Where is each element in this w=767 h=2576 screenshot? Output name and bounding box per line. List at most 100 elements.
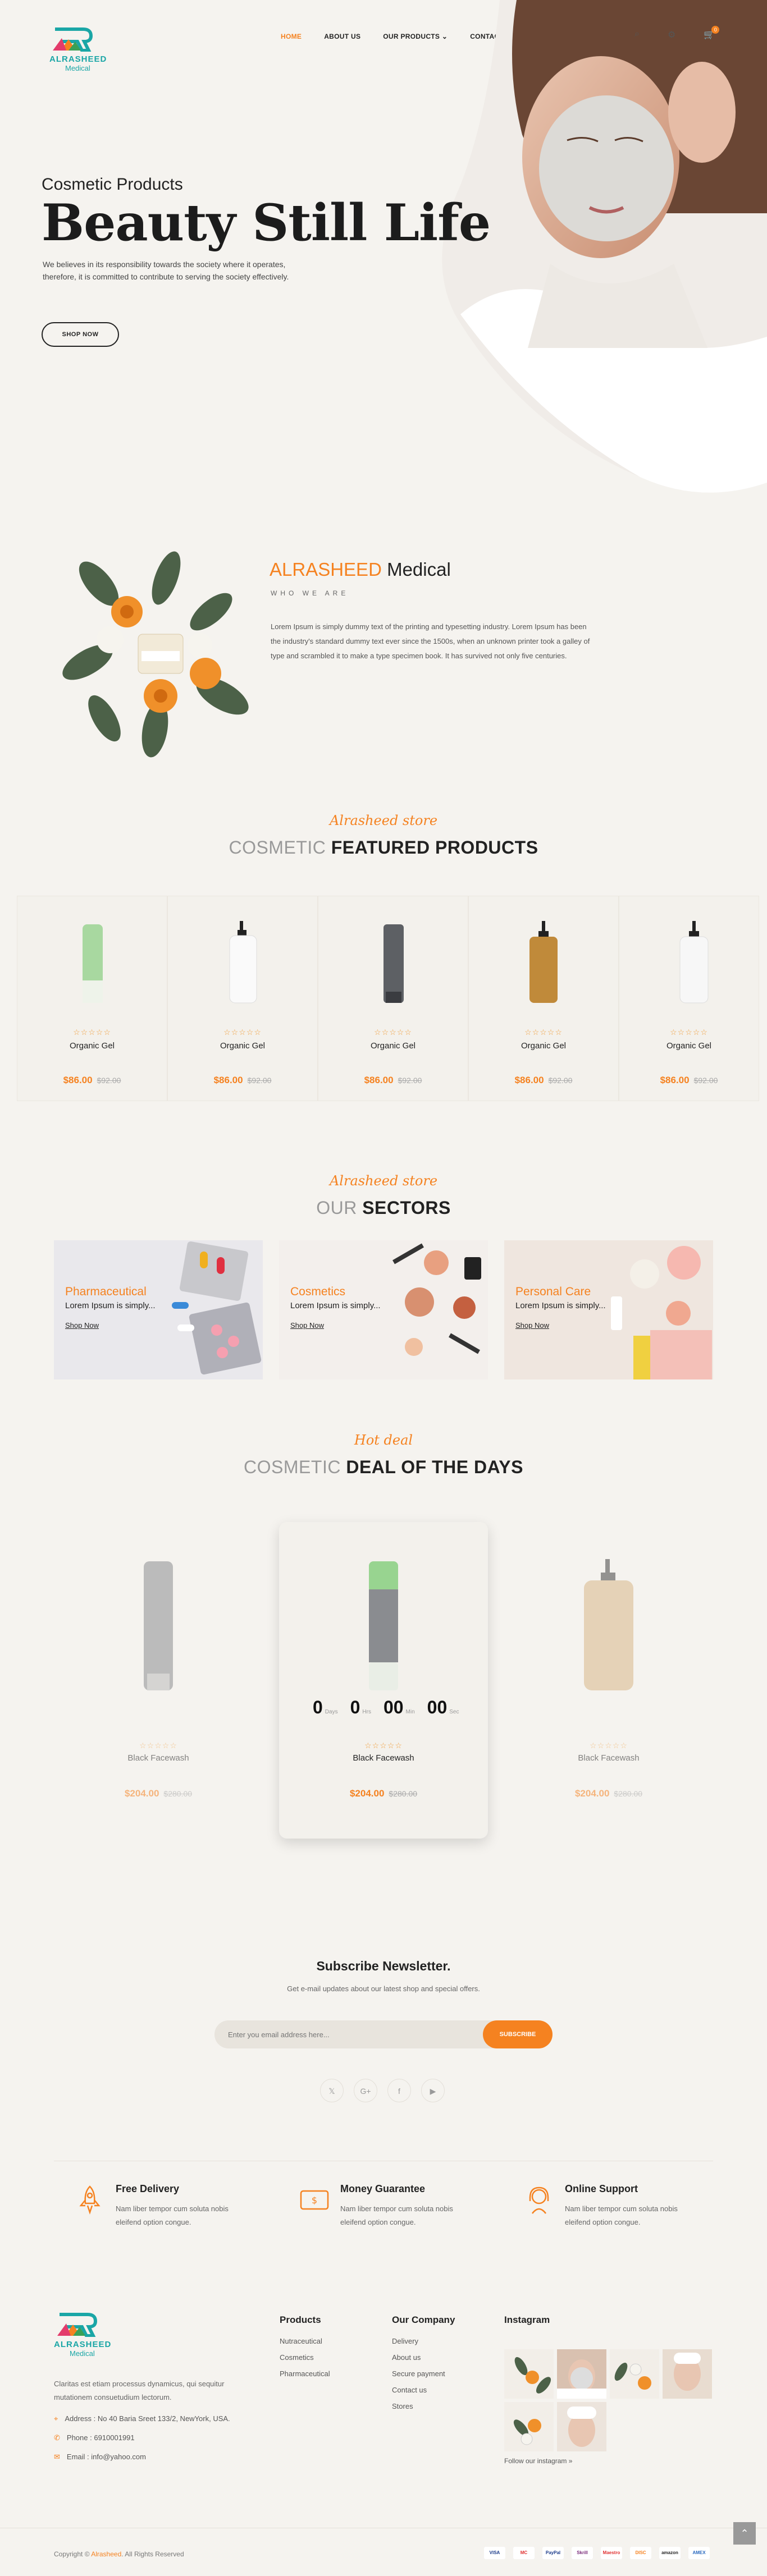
product-card[interactable]: ☆☆☆☆☆ Organic Gel $86.00 $92.00: [468, 896, 619, 1101]
shop-now-link[interactable]: Shop Now: [515, 1321, 549, 1330]
deal-name[interactable]: Black Facewash: [504, 1753, 713, 1763]
footer-email: ✉ Email : info@yahoo.com: [54, 2453, 146, 2462]
price-old: $92.00: [398, 1076, 422, 1085]
shop-now-link[interactable]: Shop Now: [290, 1321, 324, 1330]
footer-link[interactable]: Delivery: [392, 2337, 455, 2345]
feature-title: Money Guarantee: [340, 2183, 426, 2194]
about-brand-b: Medical: [381, 559, 451, 580]
footer-link[interactable]: Contact us: [392, 2386, 455, 2394]
twitter-icon[interactable]: 𝕏: [320, 2079, 344, 2102]
nav-products-label: OUR PRODUCTS: [383, 33, 440, 40]
social-links: 𝕏 G+ f ▶: [320, 2079, 445, 2102]
sector-card-cosmetics[interactable]: Cosmetics Lorem Ipsum is simply... Shop …: [279, 1240, 488, 1379]
product-name[interactable]: Organic Gel: [469, 1041, 618, 1051]
price-old: $92.00: [247, 1076, 272, 1085]
instagram-follow-link[interactable]: Follow our instagram »: [504, 2457, 572, 2465]
product-price: $86.00 $92.00: [168, 1075, 317, 1086]
instagram-photo[interactable]: [557, 2402, 606, 2451]
footer-about: Claritas est etiam processus dynamicus, …: [54, 2380, 225, 2401]
brand-sub: Medical: [65, 64, 90, 72]
logo[interactable]: ALRASHEED Medical: [49, 25, 106, 72]
footer-link[interactable]: Secure payment: [392, 2369, 455, 2378]
countdown-hours-unit: Hrs: [362, 1709, 371, 1715]
paypal-icon: PayPal: [542, 2547, 564, 2559]
rating-stars: ☆☆☆☆☆: [223, 1028, 262, 1037]
rating-stars: ☆☆☆☆☆: [590, 1741, 628, 1750]
product-card[interactable]: ☆☆☆☆☆ Organic Gel $86.00 $92.00: [17, 896, 167, 1101]
product-price: $86.00 $92.00: [469, 1075, 618, 1086]
countdown: 0 Days 0 Hrs 00 Min 00 Sec: [313, 1697, 459, 1718]
logo-mark: [57, 2313, 98, 2337]
instagram-photo[interactable]: [504, 2349, 554, 2399]
instagram-photo[interactable]: [610, 2349, 659, 2399]
deal-card[interactable]: ☆☆☆☆☆ Black Facewash $204.00 $280.00: [504, 1522, 713, 1839]
shop-now-button[interactable]: SHOP NOW: [42, 322, 119, 347]
product-name[interactable]: Organic Gel: [318, 1041, 468, 1051]
copyright-brand-link[interactable]: Alrasheed: [91, 2550, 121, 2558]
phone-text: Phone : 6910001991: [66, 2433, 135, 2442]
scroll-to-top-button[interactable]: ⌃: [733, 2522, 756, 2545]
footer-address: ⌖ Address : No 40 Baria Sreet 133/2, NewY…: [54, 2414, 230, 2423]
instagram-photo[interactable]: [557, 2349, 606, 2399]
price-new: $86.00: [660, 1075, 690, 1085]
svg-text:$: $: [312, 2195, 317, 2206]
rating-stars: ☆☆☆☆☆: [364, 1741, 403, 1750]
countdown-minutes-value: 00: [383, 1697, 404, 1717]
about-brand-a: ALRASHEED: [270, 559, 382, 580]
deals-title-light: COSMETIC: [244, 1457, 341, 1477]
google-plus-icon[interactable]: G+: [354, 2079, 377, 2102]
copyright-c: . All Rights Reserved: [121, 2550, 184, 2558]
rating-stars: ☆☆☆☆☆: [139, 1741, 177, 1750]
product-card[interactable]: ☆☆☆☆☆ Organic Gel $86.00 $92.00: [318, 896, 468, 1101]
nav-about[interactable]: ABOUT US: [324, 33, 360, 40]
price-old: $280.00: [614, 1789, 643, 1798]
shop-now-link[interactable]: Shop Now: [65, 1321, 99, 1330]
nav-home[interactable]: HOME: [281, 33, 302, 40]
email-text: Email : info@yahoo.com: [66, 2453, 146, 2461]
visa-icon: VISA: [484, 2547, 505, 2559]
deal-name[interactable]: Black Facewash: [54, 1753, 263, 1763]
youtube-icon[interactable]: ▶: [421, 2079, 445, 2102]
product-name[interactable]: Organic Gel: [168, 1041, 317, 1051]
sector-image: [392, 1243, 481, 1356]
brand-sub: Medical: [70, 2349, 95, 2358]
email-field[interactable]: [228, 2020, 453, 2048]
hero-subtitle: Cosmetic Products: [42, 175, 183, 194]
product-card[interactable]: ☆☆☆☆☆ Organic Gel $86.00 $92.00: [619, 896, 759, 1101]
maestro-icon: Maestro: [601, 2547, 622, 2559]
product-name[interactable]: Organic Gel: [619, 1041, 759, 1051]
featured-title: COSMETIC FEATURED PRODUCTS: [0, 837, 767, 858]
hero-title: Beauty Still Life: [42, 193, 491, 253]
footer-link[interactable]: Cosmetics: [280, 2353, 330, 2362]
deal-price: $204.00 $280.00: [504, 1788, 713, 1799]
discover-icon: DISC: [630, 2547, 651, 2559]
deal-card[interactable]: ☆☆☆☆☆ Black Facewash $204.00 $280.00: [54, 1522, 263, 1839]
countdown-seconds-unit: Sec: [449, 1709, 459, 1715]
deal-card-active[interactable]: 0 Days 0 Hrs 00 Min 00 Sec ☆☆☆☆☆ Black Facew…: [279, 1522, 488, 1839]
footer-link[interactable]: Nutraceutical: [280, 2337, 330, 2345]
cart-icon[interactable]: 🛒 0: [704, 26, 720, 40]
footer-link[interactable]: About us: [392, 2353, 455, 2362]
countdown-hours: 0 Hrs: [350, 1697, 371, 1718]
gear-icon[interactable]: ⚙: [668, 29, 675, 40]
facebook-icon[interactable]: f: [387, 2079, 411, 2102]
product-name[interactable]: Organic Gel: [17, 1041, 167, 1051]
subscribe-button[interactable]: SUBSCRIBE: [483, 2020, 553, 2048]
instagram-photo[interactable]: [663, 2349, 712, 2399]
price-new: $204.00: [574, 1788, 610, 1799]
footer-logo[interactable]: ALRASHEED Medical: [54, 2310, 111, 2358]
product-card[interactable]: ☆☆☆☆☆ Organic Gel $86.00 $92.00: [167, 896, 318, 1101]
sector-card-personal-care[interactable]: Personal Care Lorem Ipsum is simply... S…: [504, 1240, 713, 1379]
about-who: WHO WE ARE: [271, 589, 349, 597]
price-old: $92.00: [548, 1076, 573, 1085]
sectors-script: Alrasheed store: [329, 1173, 438, 1189]
footer-link[interactable]: Stores: [392, 2402, 455, 2410]
footer-link[interactable]: Pharmaceutical: [280, 2369, 330, 2378]
instagram-photo[interactable]: [504, 2402, 554, 2451]
sector-card-pharmaceutical[interactable]: Pharmaceutical Lorem Ipsum is simply... …: [54, 1240, 263, 1379]
search-icon[interactable]: ⌕: [634, 29, 640, 40]
price-new: $86.00: [514, 1075, 544, 1085]
deal-name[interactable]: Black Facewash: [279, 1753, 488, 1763]
chevron-up-icon: ⌃: [740, 2528, 749, 2539]
mastercard-icon: MC: [513, 2547, 535, 2559]
